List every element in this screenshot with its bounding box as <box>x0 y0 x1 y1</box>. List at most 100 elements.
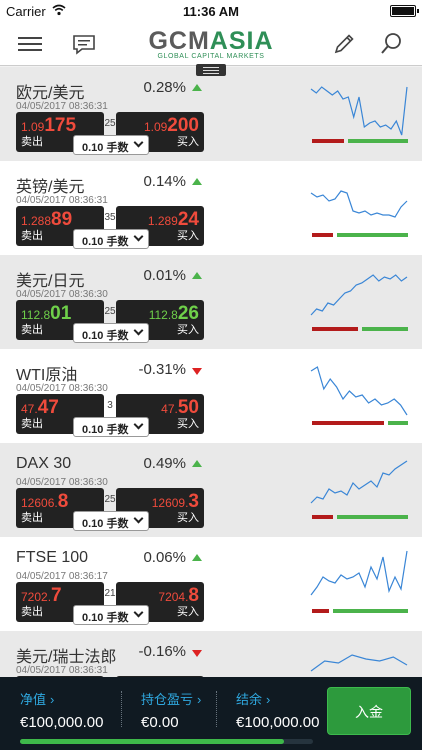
arrow-up-icon <box>192 460 202 467</box>
change-percent: 0.28% <box>143 79 186 96</box>
change-percent: -0.16% <box>138 643 186 660</box>
price-sparkline <box>310 550 408 596</box>
equity-label: 净值 <box>20 692 47 707</box>
price-sparkline <box>310 274 408 316</box>
instrument-name: WTI原油 <box>16 367 78 384</box>
sell-sentiment-bar <box>312 139 344 143</box>
chevron-down-icon <box>133 419 144 430</box>
lot-size-select[interactable]: 0.10 手数 <box>73 511 149 531</box>
clock: 11:36 AM <box>183 4 239 19</box>
spread-value: 3 <box>107 400 113 411</box>
lot-size-select[interactable]: 0.10 手数 <box>73 417 149 437</box>
instrument-row[interactable]: WTI原油 -0.31% 04/05/2017 08:36:30 47.47 卖… <box>0 349 422 443</box>
lot-size-value: 0.10 手数 <box>82 424 129 436</box>
instrument-row[interactable]: 英镑/美元 0.14% 04/05/2017 08:36:31 1.28889 … <box>0 161 422 255</box>
quote-timestamp: 04/05/2017 08:36:17 <box>16 571 108 582</box>
balance-value: €100,000.00 <box>236 714 320 731</box>
open-pnl-block[interactable]: 持仓盈亏 › €0.00 <box>141 689 201 731</box>
top-navigation: GCMASIA GLOBAL CAPITAL MARKETS <box>0 22 422 66</box>
search-icon[interactable] <box>378 30 406 58</box>
deposit-button[interactable]: 入金 <box>327 687 411 735</box>
instrument-name: 英镑/美元 <box>16 179 85 196</box>
instrument-row[interactable]: 美元/日元 0.01% 04/05/2017 08:36:30 112.801 … <box>0 255 422 349</box>
quote-timestamp: 04/05/2017 08:36:31 <box>16 665 108 676</box>
buy-label: 买入 <box>177 324 199 336</box>
sell-label: 卖出 <box>21 136 43 148</box>
instrument-list[interactable]: 欧元/美元 0.28% 04/05/2017 08:36:31 1.09175 … <box>0 67 422 677</box>
quote-timestamp: 04/05/2017 08:36:30 <box>16 477 108 488</box>
sell-label: 卖出 <box>21 606 43 618</box>
chevron-right-icon: › <box>50 692 55 707</box>
change-percent: 0.06% <box>143 549 186 566</box>
quote-timestamp: 04/05/2017 08:36:31 <box>16 101 108 112</box>
instrument-name: 欧元/美元 <box>16 85 85 102</box>
chevron-down-icon <box>133 607 144 618</box>
equity-block[interactable]: 净值 › €100,000.00 <box>20 689 103 731</box>
buy-sentiment-bar <box>348 139 408 143</box>
lot-size-select[interactable]: 0.10 手数 <box>73 605 149 625</box>
spread-value: 21 <box>104 588 116 599</box>
chevron-down-icon <box>133 513 144 524</box>
price-sparkline <box>310 366 408 416</box>
chat-icon[interactable] <box>70 30 98 58</box>
buy-sentiment-bar <box>337 233 408 237</box>
menu-icon[interactable] <box>16 30 44 58</box>
price-sparkline <box>310 86 408 136</box>
sell-sentiment-bar <box>312 609 329 613</box>
quote-timestamp: 04/05/2017 08:36:30 <box>16 383 108 394</box>
instrument-row[interactable]: 美元/瑞士法郎 -0.16% 04/05/2017 08:36:31 卖出 买入… <box>0 631 422 677</box>
sell-sentiment-bar <box>312 327 358 331</box>
spread-value: 35 <box>104 212 116 223</box>
lot-size-value: 0.10 手数 <box>82 518 129 530</box>
pnl-label: 持仓盈亏 <box>141 692 194 707</box>
instrument-row[interactable]: 欧元/美元 0.28% 04/05/2017 08:36:31 1.09175 … <box>0 67 422 161</box>
lot-size-value: 0.10 手数 <box>82 330 129 342</box>
balance-block[interactable]: 结余 › €100,000.00 <box>236 689 319 731</box>
status-bar: Carrier 11:36 AM <box>0 0 422 22</box>
instrument-row[interactable]: DAX 30 0.49% 04/05/2017 08:36:30 12606.8… <box>0 443 422 537</box>
sell-sentiment-bar <box>312 233 333 237</box>
chevron-down-icon <box>133 231 144 242</box>
chevron-right-icon: › <box>197 692 202 707</box>
divider <box>121 691 122 727</box>
sell-sentiment-bar <box>312 421 384 425</box>
instrument-row[interactable]: FTSE 100 0.06% 04/05/2017 08:36:17 7202.… <box>0 537 422 631</box>
lot-size-value: 0.10 手数 <box>82 142 129 154</box>
buy-label: 买入 <box>177 512 199 524</box>
price-sparkline <box>310 460 408 504</box>
lot-size-select[interactable]: 0.10 手数 <box>73 229 149 249</box>
arrow-up-icon <box>192 84 202 91</box>
account-summary-bar: 净值 › €100,000.00 持仓盈亏 › €0.00 结余 › €100,000… <box>0 677 422 750</box>
edit-pencil-icon[interactable] <box>330 30 358 58</box>
buy-sentiment-bar <box>337 515 408 519</box>
change-percent: 0.49% <box>143 455 186 472</box>
sell-label: 卖出 <box>21 324 43 336</box>
spread-value: 25 <box>104 306 116 317</box>
drag-handle[interactable] <box>196 64 226 76</box>
sell-label: 卖出 <box>21 418 43 430</box>
spread-value: 25 <box>104 494 116 505</box>
buy-sentiment-bar <box>362 327 408 331</box>
gcm-asia-logo: GCMASIA GLOBAL CAPITAL MARKETS <box>148 27 274 60</box>
sell-label: 卖出 <box>21 512 43 524</box>
quote-timestamp: 04/05/2017 08:36:30 <box>16 289 108 300</box>
chevron-down-icon <box>133 137 144 148</box>
lot-size-select[interactable]: 0.10 手数 <box>73 323 149 343</box>
arrow-down-icon <box>192 368 202 375</box>
change-percent: -0.31% <box>138 361 186 378</box>
pnl-value: €0.00 <box>141 714 179 731</box>
change-percent: 0.01% <box>143 267 186 284</box>
chevron-right-icon: › <box>266 692 271 707</box>
equity-value: €100,000.00 <box>20 714 104 731</box>
quote-timestamp: 04/05/2017 08:36:31 <box>16 195 108 206</box>
battery-icon <box>390 5 419 17</box>
lot-size-select[interactable]: 0.10 手数 <box>73 135 149 155</box>
buy-label: 买入 <box>177 418 199 430</box>
balance-label: 结余 <box>236 692 263 707</box>
margin-level-bar <box>20 739 313 744</box>
instrument-name: 美元/日元 <box>16 273 85 290</box>
arrow-down-icon <box>192 650 202 657</box>
buy-label: 买入 <box>177 136 199 148</box>
price-sparkline <box>310 190 408 218</box>
divider <box>216 691 217 727</box>
